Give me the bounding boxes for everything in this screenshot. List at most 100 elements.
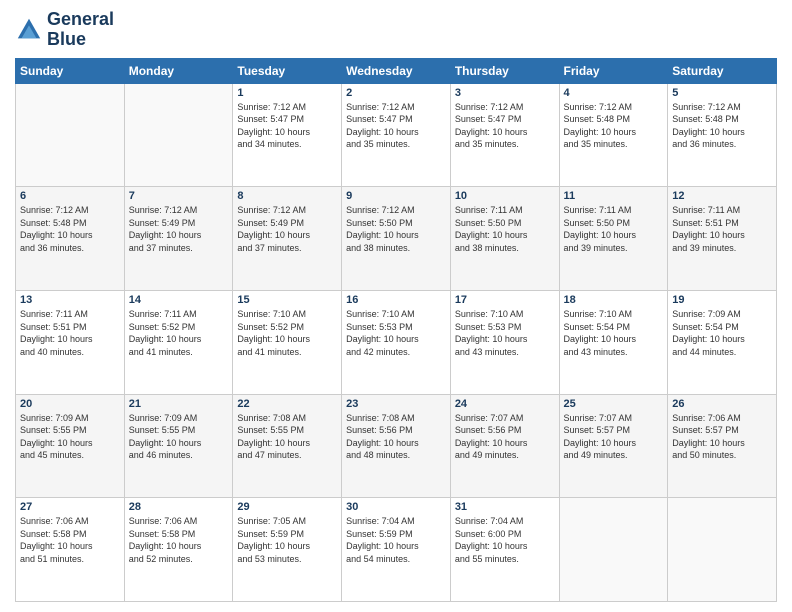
day-info: Sunrise: 7:11 AM Sunset: 5:51 PM Dayligh… xyxy=(20,308,120,358)
calendar-cell xyxy=(668,498,777,602)
day-number: 18 xyxy=(564,294,664,306)
calendar-cell: 16 Sunrise: 7:10 AM Sunset: 5:53 PM Dayli… xyxy=(342,290,451,394)
calendar-cell: 12 Sunrise: 7:11 AM Sunset: 5:51 PM Dayli… xyxy=(668,187,777,291)
calendar: SundayMondayTuesdayWednesdayThursdayFrid… xyxy=(15,58,777,602)
day-number: 20 xyxy=(20,398,120,410)
day-number: 31 xyxy=(455,501,555,513)
day-number: 16 xyxy=(346,294,446,306)
day-number: 21 xyxy=(129,398,229,410)
calendar-cell: 30Sunrise: 7:04 AM Sunset: 5:59 PM Dayli… xyxy=(342,498,451,602)
calendar-cell: 26 Sunrise: 7:06 AM Sunset: 5:57 PM Dayli… xyxy=(668,394,777,498)
day-info: Sunrise: 7:09 AM Sunset: 5:55 PM Dayligh… xyxy=(129,412,229,462)
logo-icon xyxy=(15,16,43,44)
day-info: Sunrise: 7:09 AM Sunset: 5:55 PM Dayligh… xyxy=(20,412,120,462)
day-number: 6 xyxy=(20,190,120,202)
day-number: 14 xyxy=(129,294,229,306)
day-info: Sunrise: 7:12 AM Sunset: 5:47 PM Dayligh… xyxy=(455,101,555,151)
day-number: 15 xyxy=(237,294,337,306)
calendar-cell: 2Sunrise: 7:12 AM Sunset: 5:47 PM Daylig… xyxy=(342,83,451,187)
day-number: 26 xyxy=(672,398,772,410)
logo-text: General Blue xyxy=(47,10,114,50)
calendar-cell: 18Sunrise: 7:10 AM Sunset: 5:54 PM Dayli… xyxy=(559,290,668,394)
day-number: 12 xyxy=(672,190,772,202)
day-number: 25 xyxy=(564,398,664,410)
header: General Blue xyxy=(15,10,777,50)
calendar-cell: 3 Sunrise: 7:12 AM Sunset: 5:47 PM Daylig… xyxy=(450,83,559,187)
day-header-thursday: Thursday xyxy=(450,58,559,83)
calendar-cell: 21 Sunrise: 7:09 AM Sunset: 5:55 PM Dayli… xyxy=(124,394,233,498)
day-number: 4 xyxy=(564,87,664,99)
calendar-cell: 14 Sunrise: 7:11 AM Sunset: 5:52 PM Dayli… xyxy=(124,290,233,394)
calendar-cell: 28 Sunrise: 7:06 AM Sunset: 5:58 PM Dayli… xyxy=(124,498,233,602)
day-info: Sunrise: 7:12 AM Sunset: 5:48 PM Dayligh… xyxy=(564,101,664,151)
day-info: Sunrise: 7:12 AM Sunset: 5:49 PM Dayligh… xyxy=(129,204,229,254)
day-info: Sunrise: 7:12 AM Sunset: 5:47 PM Dayligh… xyxy=(237,101,337,151)
day-info: Sunrise: 7:04 AM Sunset: 6:00 PM Dayligh… xyxy=(455,515,555,565)
day-info: Sunrise: 7:08 AM Sunset: 5:56 PM Dayligh… xyxy=(346,412,446,462)
calendar-header-row: SundayMondayTuesdayWednesdayThursdayFrid… xyxy=(16,58,777,83)
day-number: 10 xyxy=(455,190,555,202)
day-info: Sunrise: 7:06 AM Sunset: 5:57 PM Dayligh… xyxy=(672,412,772,462)
day-header-monday: Monday xyxy=(124,58,233,83)
calendar-cell: 7 Sunrise: 7:12 AM Sunset: 5:49 PM Daylig… xyxy=(124,187,233,291)
day-info: Sunrise: 7:12 AM Sunset: 5:48 PM Dayligh… xyxy=(20,204,120,254)
day-header-saturday: Saturday xyxy=(668,58,777,83)
calendar-cell: 10 Sunrise: 7:11 AM Sunset: 5:50 PM Dayli… xyxy=(450,187,559,291)
calendar-cell: 4 Sunrise: 7:12 AM Sunset: 5:48 PM Daylig… xyxy=(559,83,668,187)
day-number: 7 xyxy=(129,190,229,202)
day-number: 9 xyxy=(346,190,446,202)
day-number: 8 xyxy=(237,190,337,202)
day-number: 22 xyxy=(237,398,337,410)
week-row-1: 1Sunrise: 7:12 AM Sunset: 5:47 PM Daylig… xyxy=(16,83,777,187)
day-info: Sunrise: 7:10 AM Sunset: 5:53 PM Dayligh… xyxy=(455,308,555,358)
calendar-cell: 29Sunrise: 7:05 AM Sunset: 5:59 PM Dayli… xyxy=(233,498,342,602)
day-header-wednesday: Wednesday xyxy=(342,58,451,83)
day-info: Sunrise: 7:12 AM Sunset: 5:48 PM Dayligh… xyxy=(672,101,772,151)
calendar-cell: 27Sunrise: 7:06 AM Sunset: 5:58 PM Dayli… xyxy=(16,498,125,602)
calendar-cell xyxy=(16,83,125,187)
calendar-cell: 8 Sunrise: 7:12 AM Sunset: 5:49 PM Daylig… xyxy=(233,187,342,291)
day-info: Sunrise: 7:11 AM Sunset: 5:50 PM Dayligh… xyxy=(455,204,555,254)
day-info: Sunrise: 7:09 AM Sunset: 5:54 PM Dayligh… xyxy=(672,308,772,358)
day-info: Sunrise: 7:06 AM Sunset: 5:58 PM Dayligh… xyxy=(129,515,229,565)
week-row-3: 13 Sunrise: 7:11 AM Sunset: 5:51 PM Dayli… xyxy=(16,290,777,394)
day-info: Sunrise: 7:10 AM Sunset: 5:52 PM Dayligh… xyxy=(237,308,337,358)
calendar-cell: 23Sunrise: 7:08 AM Sunset: 5:56 PM Dayli… xyxy=(342,394,451,498)
logo: General Blue xyxy=(15,10,114,50)
day-info: Sunrise: 7:12 AM Sunset: 5:50 PM Dayligh… xyxy=(346,204,446,254)
day-info: Sunrise: 7:12 AM Sunset: 5:49 PM Dayligh… xyxy=(237,204,337,254)
calendar-cell: 19 Sunrise: 7:09 AM Sunset: 5:54 PM Dayli… xyxy=(668,290,777,394)
day-info: Sunrise: 7:07 AM Sunset: 5:56 PM Dayligh… xyxy=(455,412,555,462)
calendar-cell: 15 Sunrise: 7:10 AM Sunset: 5:52 PM Dayli… xyxy=(233,290,342,394)
calendar-cell xyxy=(559,498,668,602)
calendar-cell: 17 Sunrise: 7:10 AM Sunset: 5:53 PM Dayli… xyxy=(450,290,559,394)
day-number: 24 xyxy=(455,398,555,410)
day-info: Sunrise: 7:07 AM Sunset: 5:57 PM Dayligh… xyxy=(564,412,664,462)
day-info: Sunrise: 7:10 AM Sunset: 5:53 PM Dayligh… xyxy=(346,308,446,358)
week-row-5: 27Sunrise: 7:06 AM Sunset: 5:58 PM Dayli… xyxy=(16,498,777,602)
day-number: 28 xyxy=(129,501,229,513)
day-number: 5 xyxy=(672,87,772,99)
day-info: Sunrise: 7:08 AM Sunset: 5:55 PM Dayligh… xyxy=(237,412,337,462)
calendar-cell: 5 Sunrise: 7:12 AM Sunset: 5:48 PM Daylig… xyxy=(668,83,777,187)
day-info: Sunrise: 7:04 AM Sunset: 5:59 PM Dayligh… xyxy=(346,515,446,565)
page: General Blue SundayMondayTuesdayWednesda… xyxy=(0,0,792,612)
calendar-cell: 1Sunrise: 7:12 AM Sunset: 5:47 PM Daylig… xyxy=(233,83,342,187)
calendar-cell: 24 Sunrise: 7:07 AM Sunset: 5:56 PM Dayli… xyxy=(450,394,559,498)
calendar-cell: 13 Sunrise: 7:11 AM Sunset: 5:51 PM Dayli… xyxy=(16,290,125,394)
day-info: Sunrise: 7:11 AM Sunset: 5:51 PM Dayligh… xyxy=(672,204,772,254)
day-number: 2 xyxy=(346,87,446,99)
calendar-cell: 31 Sunrise: 7:04 AM Sunset: 6:00 PM Dayli… xyxy=(450,498,559,602)
calendar-cell: 22 Sunrise: 7:08 AM Sunset: 5:55 PM Dayli… xyxy=(233,394,342,498)
day-info: Sunrise: 7:11 AM Sunset: 5:52 PM Dayligh… xyxy=(129,308,229,358)
day-number: 3 xyxy=(455,87,555,99)
day-number: 19 xyxy=(672,294,772,306)
calendar-cell: 20 Sunrise: 7:09 AM Sunset: 5:55 PM Dayli… xyxy=(16,394,125,498)
calendar-cell: 25 Sunrise: 7:07 AM Sunset: 5:57 PM Dayli… xyxy=(559,394,668,498)
week-row-2: 6 Sunrise: 7:12 AM Sunset: 5:48 PM Daylig… xyxy=(16,187,777,291)
calendar-cell: 9 Sunrise: 7:12 AM Sunset: 5:50 PM Daylig… xyxy=(342,187,451,291)
day-header-sunday: Sunday xyxy=(16,58,125,83)
day-number: 17 xyxy=(455,294,555,306)
day-number: 13 xyxy=(20,294,120,306)
week-row-4: 20 Sunrise: 7:09 AM Sunset: 5:55 PM Dayli… xyxy=(16,394,777,498)
